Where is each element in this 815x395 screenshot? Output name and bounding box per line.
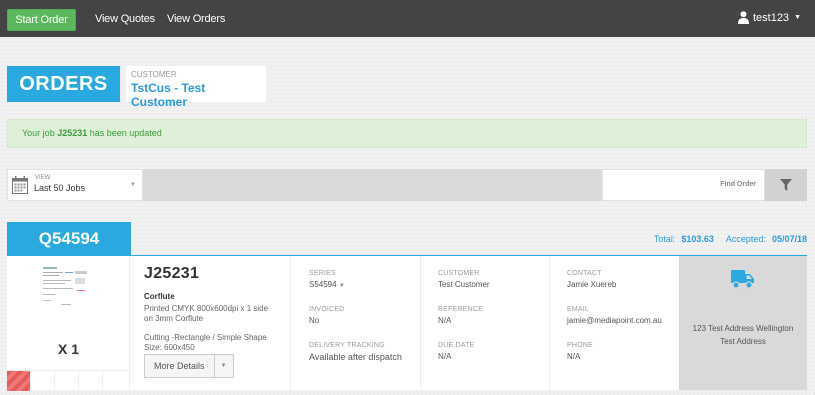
invoiced-label: INVOICED [309,306,345,313]
chevron-down-icon: ▼ [130,182,136,188]
proof-thumbnail[interactable] [41,264,91,312]
find-order-input[interactable]: Find Order [602,169,765,201]
due-date-label: DUE DATE [438,342,475,349]
more-details-dropdown-button[interactable]: ▼ [214,354,234,378]
job-details-column: J25231 Corflute Printed CMYK 800x600dpi … [131,256,291,390]
job-spec-cutting: Cutting -Rectangle / Simple Shape [144,333,267,342]
customer-label: CUSTOMER [131,70,177,79]
nav-view-quotes[interactable]: View Quotes [95,13,155,25]
address-line-1: 123 Test Address Wellington [692,324,794,333]
status-swatch [7,371,31,391]
filter-button[interactable] [765,169,807,201]
order-summary: Total: $103.63 Accepted: 05/07/18 [654,234,807,244]
more-details-group: More Details ▼ [144,354,234,378]
page-title: ORDERS [7,66,120,102]
find-order-placeholder: Find Order [720,181,756,188]
status-swatch [79,371,103,391]
total-label: Total: [653,234,676,244]
view-value: Last 50 Jobs [34,183,86,193]
reference-value: N/A [438,316,452,325]
username-label: test123 [752,11,790,24]
view-select[interactable]: VIEW Last 50 Jobs ▼ [7,169,143,201]
alert-prefix: Your job [22,128,58,138]
due-date-value: N/A [438,352,452,361]
quantity: X 1 [57,341,79,357]
truck-icon [731,270,754,289]
total-value: $103.63 [681,234,714,244]
success-alert: Your job J25231 has been updated [7,119,807,148]
email-label: EMAIL [567,306,590,313]
delivery-address: 123 Test Address Wellington Test Address [679,322,807,348]
customer-header: CUSTOMER TstCus - Test Customer [126,66,266,109]
delivery-value: Available after dispatch [309,352,402,362]
accepted-label: Accepted: [725,234,766,244]
contact-value: Jamie Xuereb [567,280,617,289]
top-navbar: Start Order View Quotes View Orders test… [0,0,815,37]
contact-label: CONTACT [567,270,602,277]
alert-suffix: has been updated [87,128,162,138]
series-value[interactable]: S54594 ▼ [309,280,403,289]
job-product: Corflute [144,292,175,301]
contact-column: CONTACT Jamie Xuereb EMAIL jamie@mediapo… [550,256,679,390]
start-order-button[interactable]: Start Order [7,9,76,31]
status-swatch [55,371,79,391]
calendar-icon [12,176,28,194]
funnel-icon [780,179,792,191]
job-description: Printed CMYK 800x600dpi x 1 side on 3mm … [144,304,269,323]
more-details-button[interactable]: More Details [144,354,215,378]
phone-label: PHONE [567,342,593,349]
nav-view-orders[interactable]: View Orders [167,13,225,25]
chevron-down-icon: ▼ [220,363,227,369]
customer-field-label: CUSTOMER [438,270,480,277]
quote-id-tab[interactable]: Q54594 [7,222,131,256]
customer-value: Test Customer [438,280,490,289]
email-value[interactable]: jamie@mediapoint.com.au [567,316,662,325]
user-menu[interactable]: test123 ▼ [737,11,801,24]
delivery-label: DELIVERY TRACKING [309,342,385,349]
job-spec-size: Size: 600x450 [144,343,195,352]
status-swatch [103,371,127,391]
filter-bar: VIEW Last 50 Jobs ▼ Find Order [7,169,807,201]
user-icon [737,11,749,24]
status-swatches [7,370,130,391]
reference-label: REFERENCE [438,306,483,313]
address-line-2: Test Address [720,337,766,346]
series-column: SERIES S54594 ▼ INVOICED No DELIVERY TRA… [292,256,421,390]
chevron-down-icon: ▼ [338,283,345,289]
job-id[interactable]: J25231 [144,265,277,283]
chevron-down-icon: ▼ [794,14,801,21]
invoiced-value: No [309,316,320,325]
alert-job-id: J25231 [57,128,88,138]
series-label: SERIES [309,270,336,277]
status-swatch [31,371,55,391]
thumbnail-column: X 1 [7,256,130,391]
customer-name[interactable]: TstCus - Test Customer [131,81,261,109]
view-label: VIEW [35,175,51,181]
delivery-address-panel: 123 Test Address Wellington Test Address [679,256,807,390]
accepted-value: 05/07/18 [771,234,807,244]
customer-column: CUSTOMER Test Customer REFERENCE N/A DUE… [421,256,550,390]
phone-value: N/A [567,352,581,361]
order-card: X 1 J25231 Corflute Printed CMYK 800x600… [7,256,807,391]
